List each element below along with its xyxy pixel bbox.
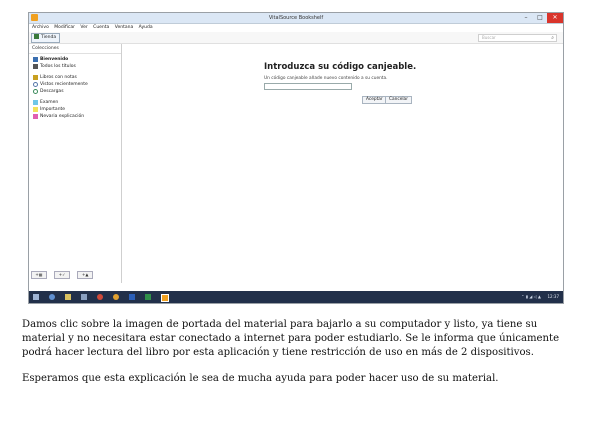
sidebar-item-libros-con-notas[interactable]: Libros con notas [29,74,121,81]
window-title: VitalSource Bookshelf [268,15,324,21]
menu-modificar[interactable]: Modificar [54,25,75,30]
clock: 12:37 [547,294,559,299]
maximize-button[interactable]: □ [533,13,547,23]
sidebar-item-importante[interactable]: Importante [29,106,121,113]
toolbar: Tienda Buscar ⌕ [29,32,563,44]
sidebar-item-label: Nevaria explicación [40,114,85,119]
redeem-description: Un código canjeable añade nuevo contenid… [264,76,388,81]
search-input[interactable]: Buscar ⌕ [478,34,557,42]
file-explorer-icon[interactable] [65,294,71,300]
notes-icon [33,75,38,80]
menu-archivo[interactable]: Archivo [32,25,49,30]
cancel-button[interactable]: Cancelar [385,96,412,104]
sidebar-item-vistos-recientemente[interactable]: Vistos recientemente [29,81,121,88]
sidebar-item-label: Bienvenido [40,57,69,62]
store-taskbar-icon[interactable] [81,294,87,300]
sidebar-item-descargas[interactable]: Descargas [29,88,121,95]
minimize-button[interactable]: – [519,13,533,23]
folder-icon [33,107,38,112]
system-tray[interactable]: ⌃ ▮ ◢ ◁ ▲ [521,293,541,301]
menu-cuenta[interactable]: Cuenta [93,25,109,30]
menu-ayuda[interactable]: Ayuda [139,25,153,30]
book-icon [33,57,38,62]
menu-ventana[interactable]: Ventana [115,25,133,30]
sidebar-item-nevaria-explicacion[interactable]: Nevaria explicación [29,113,121,120]
close-button[interactable]: ✕ [547,13,563,23]
menu-ver[interactable]: Ver [80,25,87,30]
menu-bar: Archivo Modificar Ver Cuenta Ventana Ayu… [29,24,563,32]
clock-icon [33,82,38,87]
settings-icon[interactable] [113,294,119,300]
books-icon [33,64,38,69]
search-placeholder: Buscar [482,35,496,40]
download-icon [33,89,38,94]
main-panel: Introduzca su código canjeable. Un códig… [122,44,563,283]
sidebar-item-label: Examen [40,100,59,105]
add-check-button[interactable]: +✓ [54,271,71,279]
sidebar-item-label: Vistos recientemente [40,82,88,87]
add-user-button[interactable]: +▲ [77,271,94,279]
accept-button[interactable]: Aceptar [362,96,387,104]
sidebar-item-label: Libros con notas [40,75,77,80]
chrome-icon[interactable] [97,294,103,300]
sidebar-item-examen[interactable]: Examen [29,99,121,106]
sidebar-item-bienvenido[interactable]: Bienvenido [29,56,121,63]
sidebar-item-label: Importante [40,107,66,112]
sidebar-item-label: Todos los títulos [40,64,76,69]
add-collection-button[interactable]: +▦ [31,271,47,279]
caption-paragraph-1: Damos clic sobre la imagen de portada de… [22,319,560,358]
app-screenshot: VitalSource Bookshelf – □ ✕ Archivo Modi… [28,12,564,304]
caption-text: Damos clic sobre la imagen de portada de… [22,318,568,386]
store-icon [34,34,39,39]
browser-icon[interactable] [49,294,55,300]
caption-paragraph-2: Esperamos que esta explicación le sea de… [22,373,499,385]
word-icon[interactable] [129,294,135,300]
sidebar-footer: +▦ +✓ +▲ [31,261,95,280]
sidebar-item-todos-los-titulos[interactable]: Todos los títulos [29,63,121,70]
taskbar: ⌃ ▮ ◢ ◁ ▲ 12:37 [29,291,563,303]
redeem-code-input[interactable] [264,83,352,90]
page-title: Introduzca su código canjeable. [264,62,417,72]
folder-icon [33,100,38,105]
search-icon[interactable]: ⌕ [551,35,554,41]
sidebar-item-label: Descargas [40,89,64,94]
store-label: Tienda [41,35,57,40]
store-button[interactable]: Tienda [31,33,61,43]
vitalsource-taskbar-icon[interactable] [161,294,169,302]
title-bar: VitalSource Bookshelf – □ ✕ [29,13,563,24]
excel-icon[interactable] [145,294,151,300]
sidebar-header: Colecciones [29,44,121,54]
folder-icon [33,114,38,119]
start-icon[interactable] [33,294,39,300]
sidebar: Colecciones Bienvenido Todos los títulos… [29,44,122,283]
